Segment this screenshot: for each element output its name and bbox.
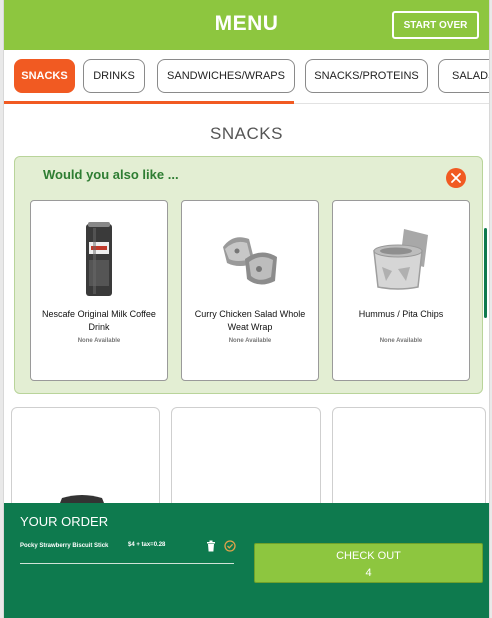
order-item-name: Pocky Strawberry Biscuit Stick xyxy=(20,543,109,549)
coffee-can-icon xyxy=(31,215,167,305)
order-item: Pocky Strawberry Biscuit Stick $4 + tax=… xyxy=(20,540,236,564)
upsell-panel: Would you also like ... Nescafe Original… xyxy=(14,156,483,394)
hummus-cup-icon xyxy=(333,215,469,305)
upsell-item-name: Nescafe Original Milk Coffee Drink xyxy=(42,309,156,332)
upsell-item-availability: None Available xyxy=(379,338,423,344)
active-tab-indicator xyxy=(4,101,294,104)
upsell-item-availability: None Available xyxy=(77,338,121,344)
order-panel: YOUR ORDER Pocky Strawberry Biscuit Stic… xyxy=(4,503,489,618)
wrap-icon xyxy=(182,215,318,305)
tab-snacks[interactable]: SNACKS xyxy=(14,59,75,93)
check-circle-icon[interactable] xyxy=(224,540,236,552)
category-tabs: SNACKS DRINKS SANDWICHES/WRAPS SNACKS/PR… xyxy=(4,50,489,104)
header-bar: MENU START OVER xyxy=(4,0,489,50)
tab-sandwiches-wraps[interactable]: SANDWICHES/WRAPS xyxy=(157,59,295,93)
checkout-button[interactable]: CHECK OUT 4 xyxy=(254,543,483,583)
upsell-item-availability: None Available xyxy=(228,338,272,344)
trash-icon[interactable] xyxy=(205,540,217,552)
order-title: YOUR ORDER xyxy=(20,514,109,529)
upsell-item-card[interactable]: Nescafe Original Milk Coffee Drink None … xyxy=(30,200,168,381)
kiosk-screen: MENU START OVER SNACKS DRINKS SANDWICHES… xyxy=(3,0,490,618)
upsell-item-name: Curry Chicken Salad Whole Weat Wrap xyxy=(194,309,306,332)
start-over-button[interactable]: START OVER xyxy=(392,11,479,39)
order-item-price: $4 + tax=0.28 xyxy=(128,542,166,548)
upsell-item-card[interactable]: Hummus / Pita Chips None Available xyxy=(332,200,470,381)
tab-snacks-proteins[interactable]: SNACKS/PROTEINS xyxy=(305,59,428,93)
checkout-count: 4 xyxy=(365,567,372,579)
tab-drinks[interactable]: DRINKS xyxy=(83,59,145,93)
upsell-item-card[interactable]: Curry Chicken Salad Whole Weat Wrap None… xyxy=(181,200,319,381)
upsell-item-name: Hummus / Pita Chips xyxy=(358,309,444,319)
close-icon[interactable] xyxy=(446,168,466,188)
scrollbar[interactable] xyxy=(484,228,487,318)
upsell-title: Would you also like ... xyxy=(43,167,179,182)
section-title: SNACKS xyxy=(210,124,283,143)
checkout-label: CHECK OUT xyxy=(336,550,401,562)
tab-salads[interactable]: SALADS xyxy=(438,59,489,93)
